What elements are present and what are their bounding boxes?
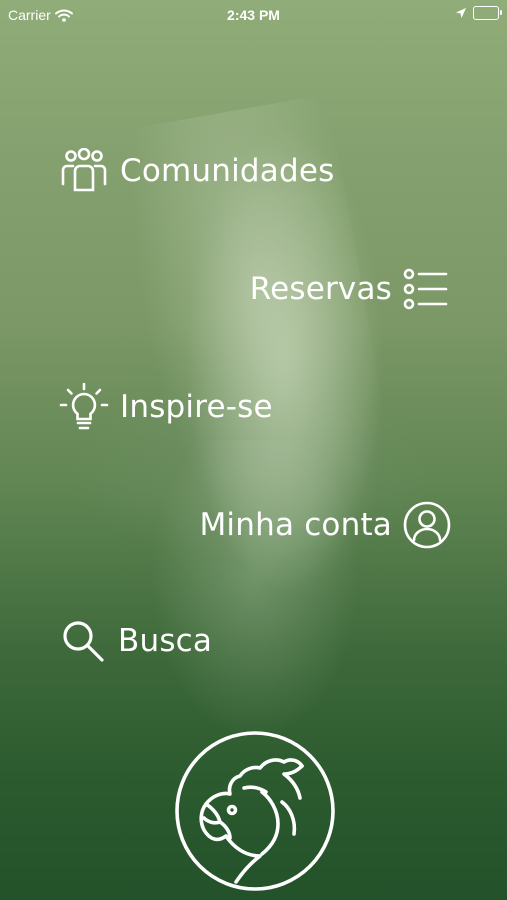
menu-label-inspire-se: Inspire-se (120, 389, 273, 425)
lightbulb-icon (58, 383, 110, 431)
menu-label-comunidades: Comunidades (120, 153, 335, 189)
location-arrow-icon (455, 7, 467, 19)
battery-icon (473, 6, 502, 20)
people-icon (58, 148, 110, 194)
menu-label-reservas: Reservas (249, 271, 392, 307)
menu-item-inspire-se[interactable]: Inspire-se (58, 383, 273, 431)
status-time: 2:43 PM (227, 7, 280, 23)
background-splash (150, 440, 360, 740)
menu-item-busca[interactable]: Busca (60, 618, 212, 664)
menu-label-busca: Busca (118, 623, 213, 659)
menu-item-minha-conta[interactable]: Minha conta (199, 500, 452, 550)
status-bar: Carrier 2:43 PM (0, 0, 507, 32)
list-icon (402, 266, 450, 312)
search-icon (60, 618, 108, 664)
user-circle-icon (402, 500, 452, 550)
menu-label-minha-conta: Minha conta (199, 507, 392, 543)
app-logo (174, 730, 336, 892)
menu-item-comunidades[interactable]: Comunidades (58, 148, 335, 194)
menu-item-reservas[interactable]: Reservas (250, 266, 450, 312)
